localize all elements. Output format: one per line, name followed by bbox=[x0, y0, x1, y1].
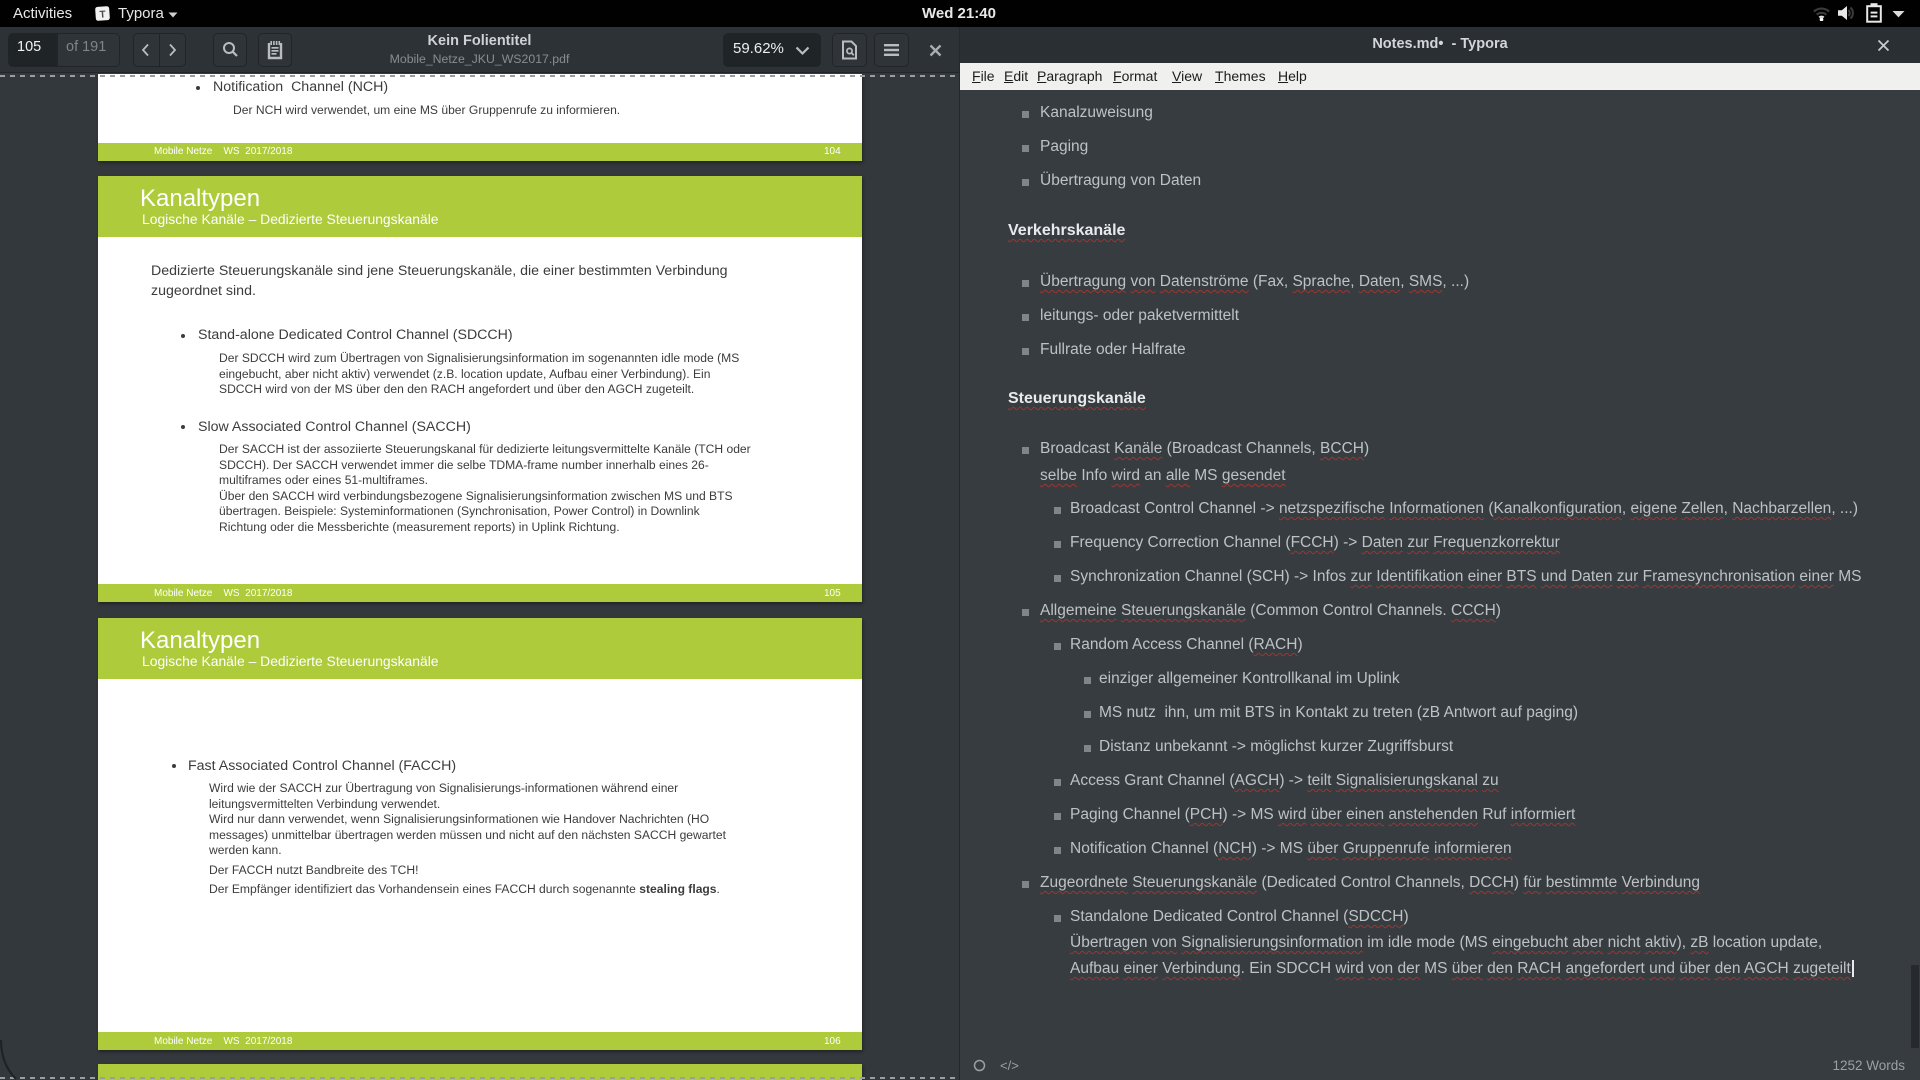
svg-text:T: T bbox=[99, 9, 106, 20]
